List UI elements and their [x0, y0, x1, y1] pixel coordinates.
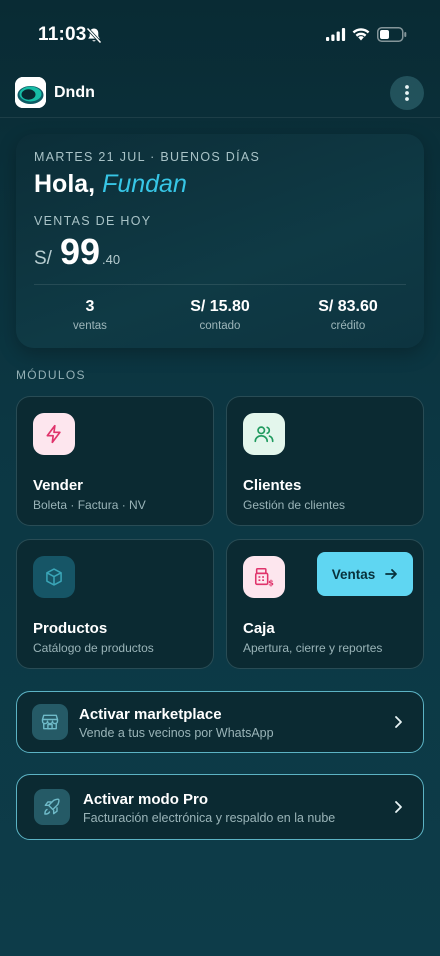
app-name: Dndn — [54, 84, 95, 101]
greeting-text: Hola, — [34, 170, 96, 198]
stat-credit: S/ 83.60 crédito — [288, 298, 408, 332]
module-title: Vender — [33, 477, 84, 494]
amount-integer: 99 — [59, 231, 100, 272]
wifi-icon — [352, 28, 370, 41]
rocket-icon — [34, 789, 70, 825]
svg-text:$: $ — [268, 577, 274, 587]
stat-sales-count: 3 ventas — [30, 298, 150, 332]
module-subtitle: Gestión de clientes — [243, 498, 346, 512]
user-name: Fundan — [102, 170, 187, 198]
stat-value: 3 — [85, 298, 95, 315]
module-title: Caja — [243, 620, 275, 637]
amount-decimal: .40 — [102, 252, 121, 267]
sales-today-label: VENTAS DE HOY — [34, 214, 152, 228]
modules-section-title: MÓDULOS — [16, 368, 86, 382]
module-vender[interactable]: Vender Boleta · Factura · NV — [16, 396, 214, 526]
module-subtitle: Apertura, cierre y reportes — [243, 641, 383, 655]
module-productos[interactable]: Productos Catálogo de productos — [16, 539, 214, 669]
app-header: Dndn — [0, 72, 440, 118]
cash-register-icon: $ — [243, 556, 285, 598]
ventas-button[interactable]: Ventas — [317, 552, 413, 596]
box-icon — [33, 556, 75, 598]
stat-value: S/ 83.60 — [318, 298, 378, 315]
store-icon — [32, 704, 68, 740]
module-subtitle: Catálogo de productos — [33, 641, 154, 655]
arrow-right-icon — [385, 569, 398, 579]
module-title: Productos — [33, 620, 108, 637]
sales-summary-card: MARTES 21 JUL · BUENOS DÍAS Hola, Fundan… — [16, 134, 424, 348]
currency-symbol: S/ — [34, 248, 52, 269]
chevron-right-icon — [395, 716, 402, 728]
stat-label: contado — [199, 320, 241, 332]
stat-value: S/ 15.80 — [190, 298, 250, 315]
bolt-icon — [33, 413, 75, 455]
module-caja[interactable]: $ Ventas Caja Apertura, cierre y reporte… — [226, 539, 424, 669]
users-icon — [243, 413, 285, 455]
status-bar: 11:03 — [0, 0, 440, 70]
stat-label: crédito — [330, 320, 366, 332]
bell-muted-icon — [86, 27, 102, 44]
action-title: Activar marketplace — [79, 706, 222, 723]
activate-pro-card[interactable]: Activar modo Pro Facturación electrónica… — [16, 774, 424, 840]
stat-cash: S/ 15.80 contado — [160, 298, 280, 332]
status-time: 11:03 — [38, 24, 87, 45]
greeting: Hola, Fundan — [34, 170, 187, 199]
sales-today-amount: S/ 99 .40 — [34, 231, 120, 273]
signal-icon — [326, 28, 346, 41]
module-title: Clientes — [243, 477, 302, 494]
date-greeting-line: MARTES 21 JUL · BUENOS DÍAS — [34, 150, 261, 164]
module-clientes[interactable]: Clientes Gestión de clientes — [226, 396, 424, 526]
module-subtitle: Boleta · Factura · NV — [33, 498, 146, 512]
divider — [34, 284, 406, 285]
more-menu-button[interactable] — [390, 76, 424, 110]
app-logo — [15, 77, 46, 108]
activate-marketplace-card[interactable]: Activar marketplace Vende a tus vecinos … — [16, 691, 424, 753]
action-subtitle: Facturación electrónica y respaldo en la… — [83, 811, 336, 825]
battery-icon — [377, 27, 407, 42]
action-subtitle: Vende a tus vecinos por WhatsApp — [79, 726, 274, 740]
ventas-button-label: Ventas — [331, 566, 376, 582]
action-title: Activar modo Pro — [83, 791, 209, 808]
more-vertical-icon — [405, 85, 409, 101]
chevron-right-icon — [395, 801, 402, 813]
stat-label: ventas — [73, 320, 107, 332]
